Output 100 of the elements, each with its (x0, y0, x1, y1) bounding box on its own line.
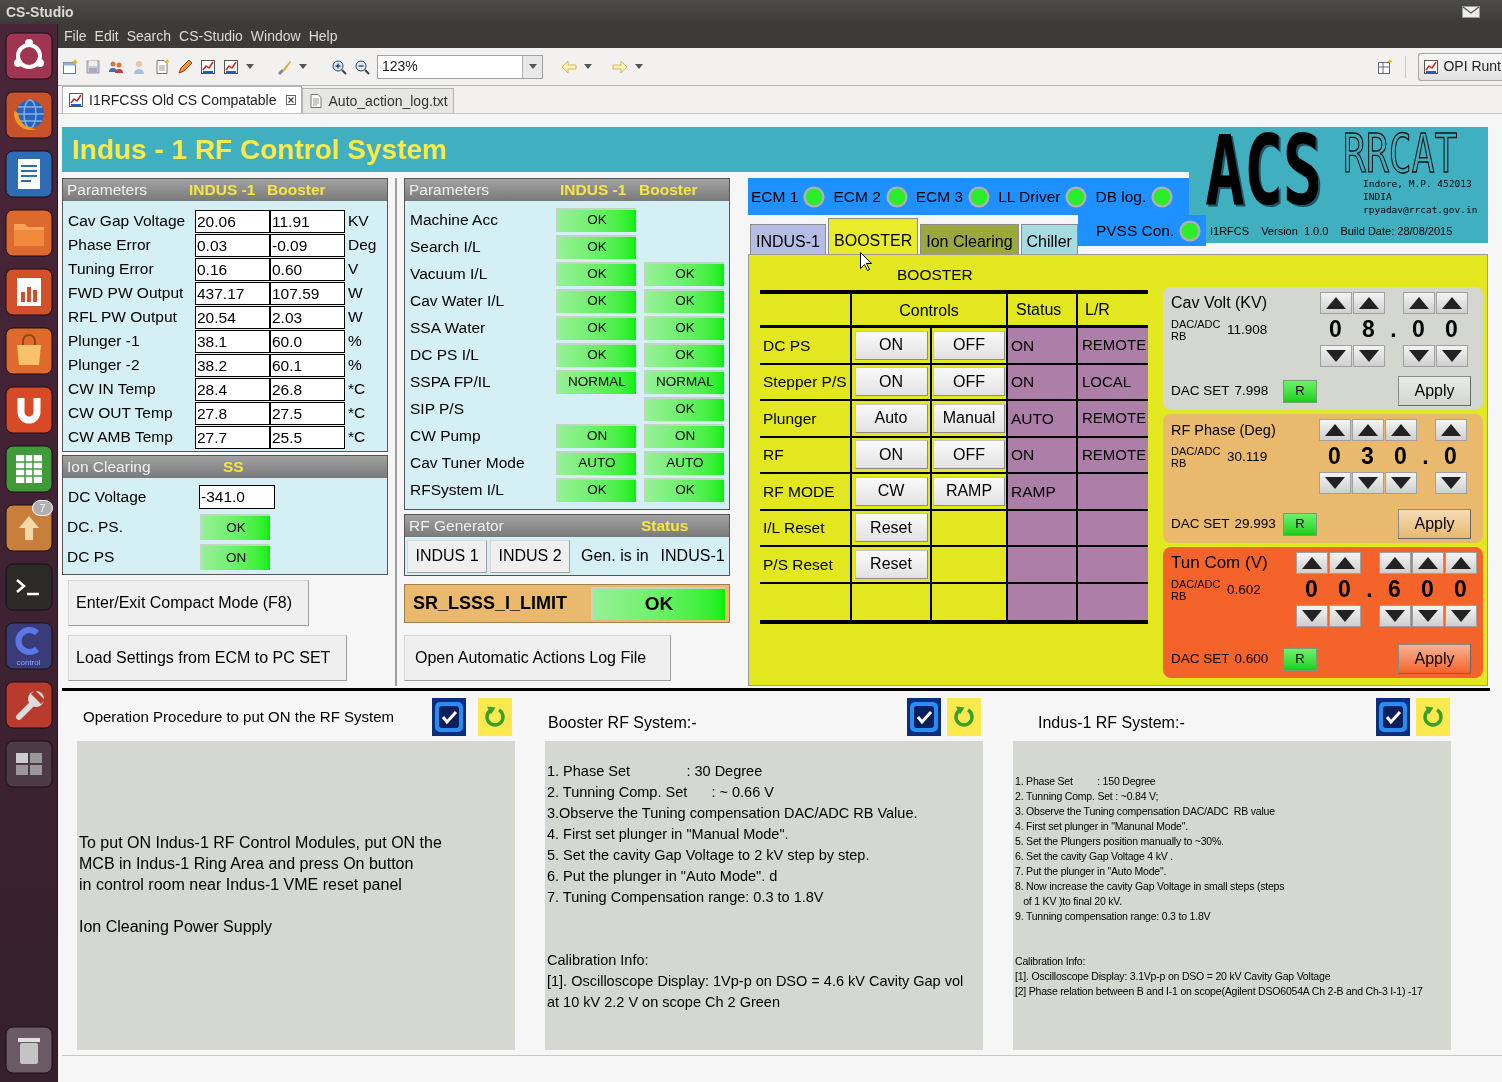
action-button[interactable]: Reset (854, 549, 928, 579)
ring-logo-icon[interactable] (4, 32, 53, 80)
mode-tab[interactable]: Ion Clearing (920, 224, 1019, 254)
step-down-button[interactable] (1328, 605, 1361, 627)
step-up-button[interactable] (1352, 292, 1385, 314)
value-readout: 0.03 (195, 233, 270, 257)
step-up-button[interactable] (1402, 292, 1435, 314)
apply-button[interactable]: Apply (1398, 644, 1471, 674)
action-button[interactable]: Load Settings from ECM to PC SET (68, 635, 348, 681)
mode-tab[interactable]: BOOSTER (828, 218, 919, 254)
menu-item[interactable]: Search (122, 25, 176, 47)
perspective-button[interactable]: OPI Runt (1418, 52, 1502, 81)
step-down-button[interactable] (1411, 605, 1444, 627)
action-button[interactable]: OFF (933, 330, 1005, 360)
step-down-button[interactable] (1378, 605, 1411, 627)
readback-button[interactable]: R (1283, 512, 1317, 536)
step-up-button[interactable] (1318, 419, 1351, 441)
chart-icon[interactable] (200, 58, 216, 75)
presentation-icon[interactable] (4, 268, 53, 316)
row-label: P/S Reset (760, 547, 852, 582)
step-down-button[interactable] (1402, 345, 1435, 367)
refresh-icon[interactable] (947, 698, 981, 736)
menu-item[interactable]: CS-Studio (175, 25, 247, 47)
step-up-button[interactable] (1444, 552, 1477, 574)
u-shape-icon[interactable] (4, 386, 53, 434)
step-up-button[interactable] (1384, 419, 1417, 441)
zoom-in-icon[interactable] (331, 58, 347, 75)
menu-item[interactable]: Window (246, 25, 305, 47)
caret-icon[interactable] (528, 64, 537, 69)
generator-button[interactable]: INDUS 2 (490, 539, 570, 573)
editor-tab[interactable]: Auto_action_log.txt (301, 88, 454, 113)
caret-icon[interactable] (299, 64, 307, 69)
globe-icon[interactable] (4, 91, 53, 139)
refresh-icon[interactable] (1416, 698, 1450, 736)
check-icon[interactable] (1376, 698, 1410, 736)
generator-button[interactable]: INDUS 1 (407, 539, 487, 573)
step-up-button[interactable] (1434, 419, 1467, 441)
wrench-icon[interactable] (4, 681, 53, 729)
log-file-button[interactable]: Open Automatic Actions Log File (404, 635, 672, 681)
step-up-button[interactable] (1411, 552, 1444, 574)
zoom-combo[interactable]: 123% (377, 54, 543, 79)
step-down-button[interactable] (1434, 472, 1467, 494)
menu-item[interactable]: Help (304, 25, 342, 47)
action-button[interactable]: OFF (933, 367, 1005, 397)
editor-tab[interactable]: I1RFCSS Old CS Compatable (62, 86, 302, 113)
apply-button[interactable]: Apply (1398, 509, 1471, 539)
action-button[interactable]: Manual (933, 403, 1005, 433)
apply-button[interactable]: Apply (1398, 376, 1471, 406)
step-down-button[interactable] (1444, 605, 1477, 627)
mode-tab[interactable]: INDUS-1 (750, 224, 826, 254)
trash-icon[interactable] (4, 1026, 53, 1074)
chart-icon[interactable] (223, 58, 239, 75)
zoom-out-icon[interactable] (354, 58, 370, 75)
step-down-button[interactable] (1351, 472, 1384, 494)
step-down-button[interactable] (1384, 472, 1417, 494)
document-icon (307, 93, 324, 109)
brush-icon[interactable] (276, 58, 292, 75)
check-icon[interactable] (432, 698, 466, 736)
mode-tab[interactable]: Chiller (1020, 224, 1078, 254)
step-up-button[interactable] (1319, 292, 1352, 314)
step-up-button[interactable] (1295, 552, 1328, 574)
close-icon[interactable] (285, 95, 296, 105)
action-button[interactable]: ON (854, 330, 928, 360)
action-button[interactable]: RAMP (933, 476, 1005, 506)
action-button[interactable]: Reset (854, 513, 928, 543)
shopping-bag-icon[interactable] (4, 327, 53, 375)
step-up-button[interactable] (1328, 552, 1361, 574)
action-button[interactable]: Auto (854, 403, 928, 433)
action-button[interactable]: ON (854, 367, 928, 397)
menu-item[interactable]: File (60, 25, 91, 47)
readback-button[interactable]: R (1283, 647, 1317, 671)
pen-icon[interactable] (177, 58, 193, 75)
action-button[interactable]: CW (854, 476, 928, 506)
step-up-button[interactable] (1351, 419, 1384, 441)
document-icon[interactable] (4, 150, 53, 198)
new-file-icon[interactable] (154, 58, 170, 75)
step-down-button[interactable] (1318, 472, 1351, 494)
step-down-button[interactable] (1352, 345, 1385, 367)
new-window-icon[interactable] (62, 58, 78, 75)
check-icon[interactable] (907, 698, 941, 736)
spreadsheet-icon[interactable] (4, 445, 53, 493)
terminal-icon[interactable] (4, 563, 53, 611)
step-down-button[interactable] (1319, 345, 1352, 367)
caret-icon[interactable] (246, 64, 254, 69)
arc-icon[interactable] (4, 622, 53, 670)
folder-icon[interactable] (4, 209, 53, 257)
workspace-grid-icon[interactable] (4, 740, 53, 788)
refresh-icon[interactable] (478, 698, 512, 736)
action-button[interactable]: OFF (933, 440, 1005, 470)
menu-item[interactable]: Edit (90, 25, 123, 47)
action-button[interactable]: ON (854, 440, 928, 470)
mail-icon[interactable] (1462, 6, 1480, 18)
readback-button[interactable]: R (1283, 379, 1317, 403)
step-up-button[interactable] (1378, 552, 1411, 574)
caret-icon[interactable] (635, 64, 643, 69)
action-button[interactable]: Enter/Exit Compact Mode (F8) (68, 580, 310, 626)
step-up-button[interactable] (1435, 292, 1468, 314)
step-down-button[interactable] (1295, 605, 1328, 627)
step-down-button[interactable] (1435, 345, 1468, 367)
caret-icon[interactable] (584, 64, 592, 69)
